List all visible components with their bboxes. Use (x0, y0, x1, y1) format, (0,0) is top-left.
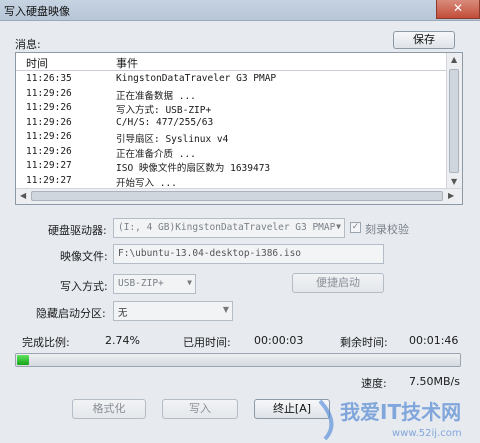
vertical-scroll-thumb[interactable] (449, 69, 459, 173)
remaining-value: 00:01:46 (409, 334, 459, 347)
log-time: 11:29:26 (26, 102, 72, 113)
log-time: 11:29:26 (26, 116, 72, 128)
complete-label: 完成比例: (22, 336, 70, 349)
elapsed-label: 已用时间: (183, 336, 231, 349)
log-event: 正在准备数据 ... (116, 90, 196, 102)
log-header: 时间 事件 (16, 53, 448, 71)
window-title: 写入硬盘映像 (4, 5, 70, 18)
save-button[interactable]: 保存 (393, 31, 455, 49)
horizontal-scrollbar[interactable]: ◀ ▶ (16, 188, 462, 204)
vertical-scrollbar[interactable]: ▲ ▼ (446, 53, 462, 190)
quick-boot-button[interactable]: 便捷启动 (292, 273, 384, 293)
log-event: C/H/S: 477/255/63 (116, 116, 214, 128)
horizontal-scroll-thumb[interactable] (31, 191, 443, 201)
speed-label: 速度: (361, 377, 387, 390)
image-file-label: 映像文件: (60, 250, 108, 263)
log-event: 写入方式: USB-ZIP+ (116, 105, 212, 116)
drive-select[interactable]: (I:, 4 GB)KingstonDataTraveler G3 PMAP ▼ (113, 218, 345, 238)
svg-text:我爱IT技术网: 我爱IT技术网 (340, 400, 461, 424)
log-time: 11:29:26 (26, 131, 72, 142)
messages-label: 消息: (15, 38, 41, 51)
log-time: 11:29:27 (26, 160, 72, 171)
log-time: 11:26:35 (26, 73, 72, 84)
scroll-left-icon[interactable]: ◀ (20, 191, 26, 200)
complete-value: 2.74% (105, 334, 140, 347)
drive-value: (I:, 4 GB)KingstonDataTraveler G3 PMAP (118, 222, 336, 233)
log-row[interactable]: 11:29:26 正在准备数据 ... (16, 87, 448, 102)
write-method-label: 写入方式: (60, 280, 108, 293)
format-button[interactable]: 格式化 (72, 399, 146, 419)
title-bar: 写入硬盘映像 ✕ (0, 0, 480, 21)
verify-label: 刻录校验 (365, 223, 409, 236)
close-button[interactable]: ✕ (436, 0, 480, 19)
write-method-value: USB-ZIP+ (118, 278, 164, 289)
chevron-down-icon: ▼ (187, 278, 192, 287)
log-event: 引导扇区: Syslinux v4 (116, 134, 229, 145)
log-event: 正在准备介质 ... (116, 148, 196, 160)
column-time: 时间 (26, 57, 48, 70)
elapsed-value: 00:00:03 (254, 334, 304, 347)
scroll-right-icon[interactable]: ▶ (448, 191, 454, 200)
log-row[interactable]: 11:29:26 写入方式: USB-ZIP+ (16, 102, 448, 116)
drive-label: 硬盘驱动器: (48, 224, 107, 237)
progress-bar (15, 353, 461, 367)
log-row[interactable]: 11:29:26 正在准备介质 ... (16, 145, 448, 160)
abort-button[interactable]: 终止[A] (254, 399, 330, 419)
write-button[interactable]: 写入 (162, 399, 238, 419)
speed-value: 7.50MB/s (409, 375, 460, 388)
svg-text:www.52ij.com: www.52ij.com (392, 428, 462, 439)
log-time: 11:29:26 (26, 145, 72, 157)
log-row[interactable]: 11:29:26 C/H/S: 477/255/63 (16, 117, 448, 129)
write-disk-image-window: 写入硬盘映像 ✕ 消息: 保存 时间 事件 11:26:35 KingstonDa… (0, 0, 480, 443)
log-time: 11:29:26 (26, 87, 72, 99)
log-row[interactable]: 11:29:27 开始写入 ... (16, 174, 448, 189)
log-row[interactable]: 11:26:35 KingstonDataTraveler G3 PMAP (16, 73, 448, 85)
chevron-down-icon: ▼ (222, 305, 229, 314)
hidden-partition-label: 隐藏启动分区: (36, 307, 106, 320)
log-row[interactable]: 11:29:26 引导扇区: Syslinux v4 (16, 131, 448, 145)
log-time: 11:29:27 (26, 174, 72, 186)
write-method-select[interactable]: USB-ZIP+ ▼ (113, 274, 196, 294)
scroll-up-icon[interactable]: ▲ (451, 55, 457, 64)
hidden-partition-value: 无 (118, 308, 128, 319)
log-event: 开始写入 ... (116, 177, 177, 189)
chevron-down-icon: ▼ (336, 222, 341, 231)
image-file-field[interactable]: F:\ubuntu-13.04-desktop-i386.iso (113, 244, 384, 264)
scroll-down-icon[interactable]: ▼ (451, 177, 457, 186)
hidden-partition-select[interactable]: 无 ▼ (113, 301, 233, 321)
log-list[interactable]: 时间 事件 11:26:35 KingstonDataTraveler G3 PM… (15, 52, 463, 205)
log-event: KingstonDataTraveler G3 PMAP (116, 73, 277, 84)
log-event: ISO 映像文件的扇区数为 1639473 (116, 163, 271, 174)
column-event: 事件 (116, 57, 138, 70)
remaining-label: 剩余时间: (340, 336, 388, 349)
log-row[interactable]: 11:29:27 ISO 映像文件的扇区数为 1639473 (16, 160, 448, 174)
progress-fill (17, 355, 29, 365)
verify-checkbox[interactable]: ✓ (350, 222, 361, 233)
